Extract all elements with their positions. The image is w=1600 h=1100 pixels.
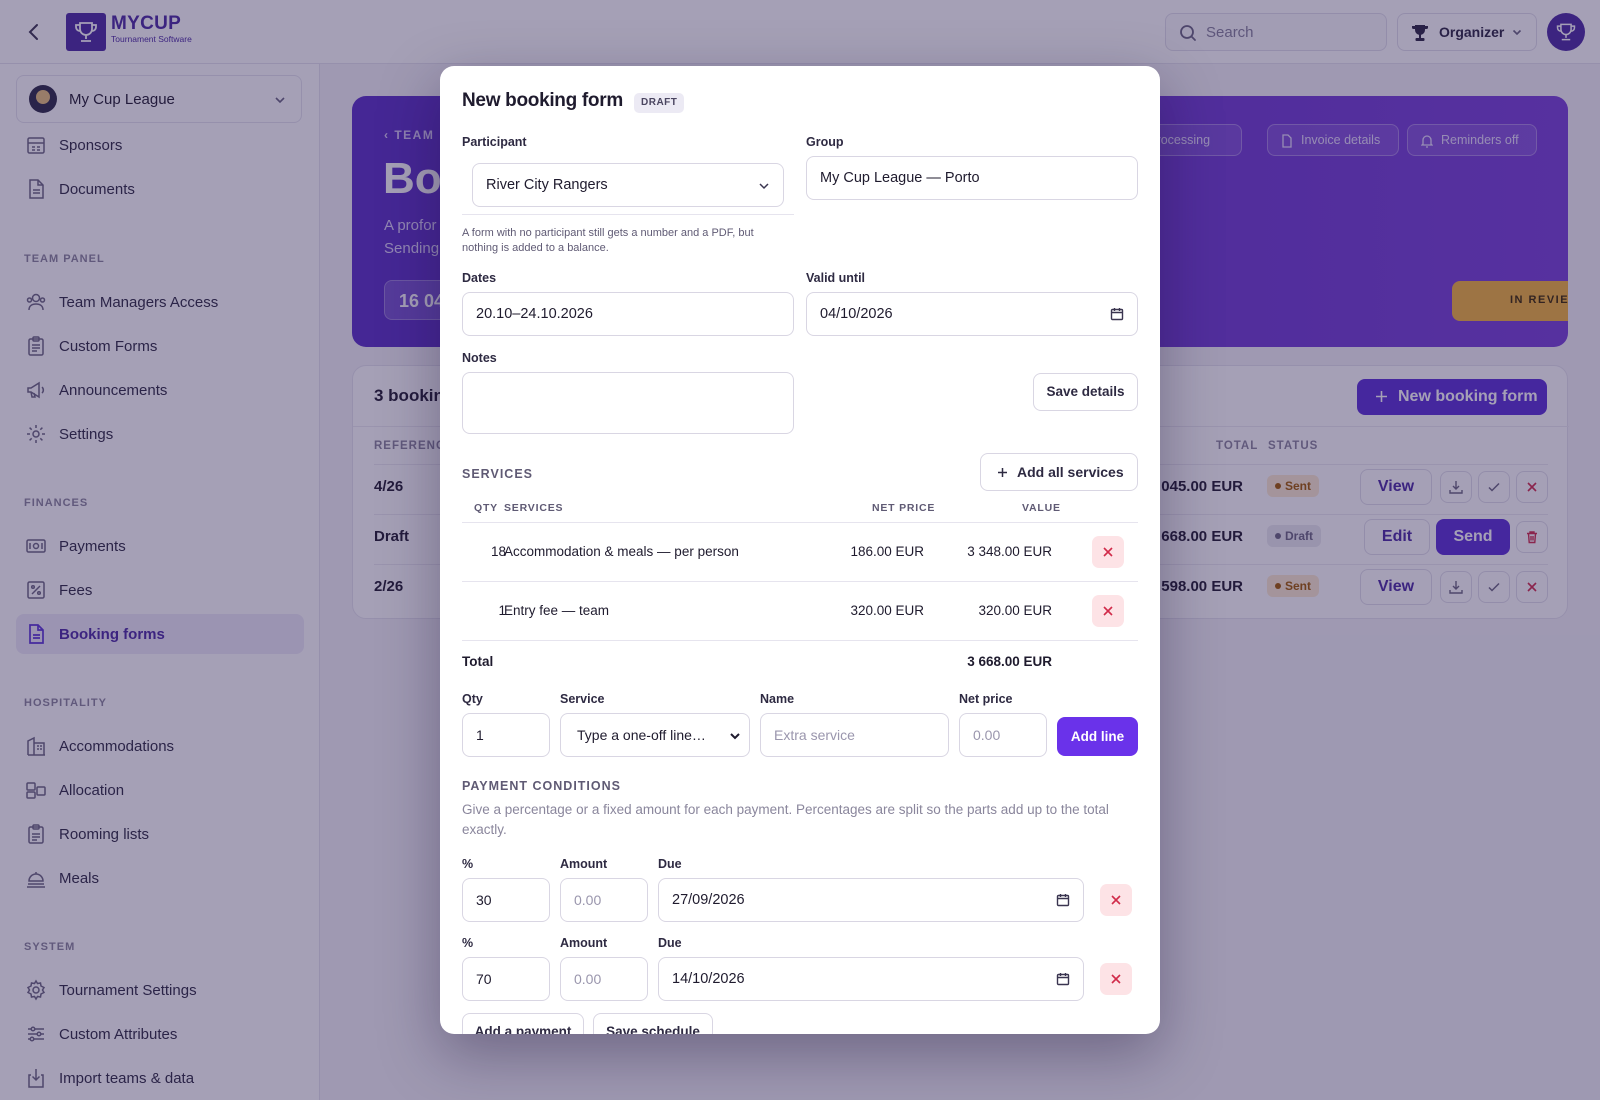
divider — [462, 581, 1138, 582]
service-name: Accommodation & meals — per person — [504, 544, 739, 559]
service-qty: 18 — [490, 544, 506, 559]
payment-conditions-title: PAYMENT CONDITIONS — [462, 779, 621, 793]
valid-until-date[interactable]: 04/10/2026 — [806, 292, 1138, 336]
percent-label: % — [462, 936, 474, 950]
add-all-services-button[interactable]: Add all services — [980, 453, 1138, 491]
amount-label: Amount — [560, 857, 608, 871]
service-value: 3 348.00 EUR — [967, 544, 1052, 559]
valid-until-value: 04/10/2026 — [820, 306, 893, 322]
save-details-button[interactable]: Save details — [1033, 373, 1138, 411]
service-select[interactable]: Type a one-off line… — [560, 713, 750, 757]
group-label: Group — [806, 135, 844, 149]
services-section-title: SERVICES — [462, 467, 533, 481]
due-date-input[interactable]: 27/09/2026 — [658, 878, 1084, 922]
due-label: Due — [658, 936, 682, 950]
net-price-input[interactable] — [959, 713, 1047, 757]
plus-icon — [997, 467, 1008, 478]
remove-service-button[interactable] — [1092, 595, 1124, 627]
payment-conditions-description: Give a percentage or a fixed amount for … — [462, 802, 1109, 837]
divider — [462, 640, 1138, 641]
save-schedule-button[interactable]: Save schedule — [593, 1013, 713, 1034]
net-price-label: Net price — [959, 692, 1013, 706]
column-header-value: VALUE — [1022, 502, 1061, 514]
service-value: 320.00 EUR — [978, 603, 1052, 618]
amount-input[interactable] — [560, 957, 648, 1001]
booking-form-modal: New booking form DRAFT Participant River… — [440, 66, 1160, 1034]
draft-badge: DRAFT — [634, 93, 685, 113]
remove-service-button[interactable] — [1092, 536, 1124, 568]
service-net-price: 320.00 EUR — [850, 603, 924, 618]
name-label: Name — [760, 692, 795, 706]
column-header-qty: QTY — [474, 502, 498, 514]
column-header-services: SERVICES — [504, 502, 564, 514]
name-input[interactable] — [760, 713, 949, 757]
dates-label: Dates — [462, 271, 497, 285]
valid-until-label: Valid until — [806, 271, 866, 285]
due-date-value: 27/09/2026 — [672, 892, 745, 908]
dates-input[interactable] — [462, 292, 794, 336]
notes-label: Notes — [462, 351, 497, 365]
divider — [462, 522, 1138, 523]
due-date-input[interactable]: 14/10/2026 — [658, 957, 1084, 1001]
participant-value: River City Rangers — [486, 177, 608, 193]
participant-helper-text: A form with no participant still gets a … — [462, 227, 754, 254]
add-line-button[interactable]: Add line — [1057, 717, 1138, 756]
modal-title: New booking form — [462, 90, 623, 111]
calendar-icon[interactable] — [1056, 893, 1070, 907]
add-all-services-label: Add all services — [1017, 464, 1124, 480]
percent-label: % — [462, 857, 474, 871]
remove-payment-button[interactable] — [1100, 884, 1132, 916]
total-value: 3 668.00 EUR — [967, 654, 1052, 669]
service-net-price: 186.00 EUR — [850, 544, 924, 559]
chevron-down-icon — [729, 730, 741, 742]
service-qty: 1 — [498, 603, 506, 618]
total-label: Total — [462, 654, 494, 669]
calendar-icon[interactable] — [1056, 972, 1070, 986]
chevron-down-icon — [757, 179, 771, 193]
column-header-net-price: NET PRICE — [872, 502, 936, 514]
amount-input[interactable] — [560, 878, 648, 922]
qty-label: Qty — [462, 692, 483, 706]
amount-label: Amount — [560, 936, 608, 950]
due-date-value: 14/10/2026 — [672, 971, 745, 987]
calendar-icon[interactable] — [1110, 307, 1124, 321]
service-select-value: Type a one-off line… — [577, 727, 706, 743]
percent-input[interactable] — [462, 878, 550, 922]
service-name: Entry fee — team — [504, 603, 610, 618]
percent-input[interactable] — [462, 957, 550, 1001]
divider — [462, 214, 794, 215]
group-input[interactable] — [806, 156, 1138, 200]
participant-label: Participant — [462, 135, 527, 149]
participant-select[interactable]: River City Rangers — [472, 163, 784, 207]
service-label: Service — [560, 692, 605, 706]
qty-input[interactable] — [462, 713, 550, 757]
notes-textarea[interactable] — [462, 372, 794, 434]
add-payment-button[interactable]: Add a payment — [462, 1013, 584, 1034]
due-label: Due — [658, 857, 682, 871]
remove-payment-button[interactable] — [1100, 963, 1132, 995]
